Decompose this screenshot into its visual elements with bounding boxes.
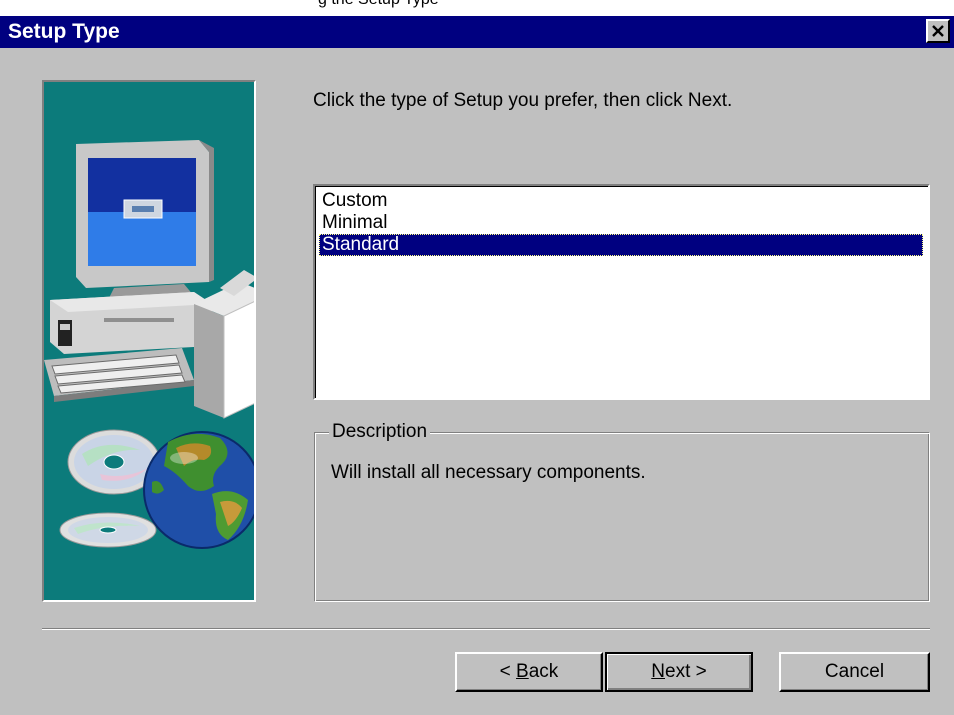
window-title: Setup Type	[8, 20, 120, 43]
description-text: Will install all necessary components.	[331, 462, 646, 483]
computer-icon	[44, 140, 254, 419]
next-button-mnemonic: N	[651, 661, 665, 682]
setup-type-dialog: Setup Type Click the type of Setup you p…	[0, 16, 954, 715]
list-item-minimal[interactable]: Minimal	[319, 212, 923, 234]
back-button-label: ack	[528, 661, 559, 682]
cancel-button[interactable]: Cancel	[779, 652, 930, 692]
list-item-custom[interactable]: Custom	[319, 190, 923, 212]
close-button[interactable]	[926, 19, 950, 43]
next-button-label: ext >	[665, 661, 707, 682]
next-button[interactable]: Next >	[605, 652, 753, 692]
back-button-prefix: <	[499, 661, 517, 682]
list-item-standard[interactable]: Standard	[319, 234, 923, 256]
instruction-text: Click the type of Setup you prefer, then…	[313, 90, 733, 111]
cancel-button-label: Cancel	[824, 661, 885, 682]
title-bar[interactable]: Setup Type	[0, 16, 954, 48]
divider	[42, 628, 930, 630]
setup-type-listbox[interactable]: Custom Minimal Standard	[313, 184, 930, 400]
description-group: Description Will install all necessary c…	[314, 420, 930, 602]
setup-illustration	[42, 80, 256, 602]
back-button[interactable]: < Back	[455, 652, 603, 692]
close-icon	[932, 25, 944, 37]
background-text: g the Setup Type	[318, 0, 439, 8]
description-legend: Description	[329, 420, 431, 444]
globe-icon	[143, 431, 254, 549]
back-button-mnemonic: B	[516, 661, 529, 682]
background-text-fragment: g the Setup Type	[0, 0, 954, 16]
